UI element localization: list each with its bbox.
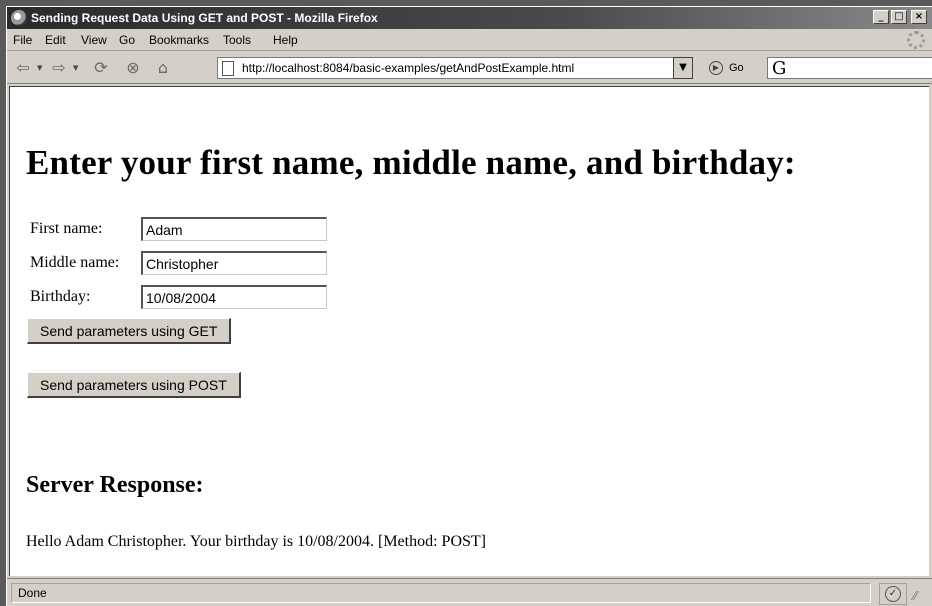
menu-bookmarks[interactable]: Bookmarks	[149, 33, 209, 47]
url-dropdown-button[interactable]: ▼	[673, 57, 693, 79]
back-icon[interactable]: ⇦	[13, 58, 33, 78]
first-name-label: First name:	[30, 220, 103, 237]
url-text[interactable]: http://localhost:8084/basic-examples/get…	[242, 61, 574, 75]
resize-grip-icon[interactable]: ⁄⁄	[913, 589, 917, 603]
title-bar: Sending Request Data Using GET and POST …	[7, 7, 932, 29]
page-heading: Enter your first name, middle name, and …	[26, 143, 796, 182]
send-get-button[interactable]: Send parameters using GET	[27, 318, 232, 344]
send-post-button[interactable]: Send parameters using POST	[27, 372, 241, 398]
search-box[interactable]: G	[767, 57, 932, 79]
server-response-heading: Server Response:	[26, 472, 204, 498]
stop-icon[interactable]: ⊗	[123, 58, 143, 78]
go-icon[interactable]: ▶	[709, 61, 723, 75]
menu-view[interactable]: View	[81, 33, 107, 47]
status-text: Done	[11, 583, 871, 603]
birthday-label: Birthday:	[30, 288, 91, 305]
birthday-input[interactable]	[141, 285, 327, 309]
security-check-icon: ✓	[885, 586, 901, 602]
menu-help[interactable]: Help	[273, 33, 298, 47]
status-bar: Done ✓ ⁄⁄	[7, 578, 932, 606]
go-button[interactable]: Go	[729, 62, 744, 74]
maximize-button[interactable]: □	[891, 10, 907, 24]
forward-icon[interactable]: ⇨	[49, 58, 69, 78]
forward-dropdown-icon[interactable]: ▼	[73, 64, 78, 72]
url-bar[interactable]: http://localhost:8084/basic-examples/get…	[217, 57, 693, 79]
throbber-icon	[907, 31, 925, 49]
middle-name-label: Middle name:	[30, 254, 120, 271]
middle-name-input[interactable]	[141, 251, 327, 275]
close-button[interactable]: ×	[911, 10, 927, 24]
first-name-input[interactable]	[141, 217, 327, 241]
server-response-text: Hello Adam Christopher. Your birthday is…	[26, 533, 486, 550]
navigation-toolbar: ⇦ ▼ ⇨ ▼ ⟳ ⊗ ⌂ http://localhost:8084/basi…	[7, 52, 932, 84]
menu-bar: File Edit View Go Bookmarks Tools Help	[7, 29, 932, 51]
status-panel: ✓	[879, 583, 907, 605]
page-icon	[222, 61, 234, 76]
menu-go[interactable]: Go	[119, 33, 135, 47]
firefox-icon	[11, 10, 27, 26]
menu-file[interactable]: File	[13, 33, 32, 47]
browser-window: Sending Request Data Using GET and POST …	[6, 6, 932, 606]
menu-edit[interactable]: Edit	[45, 33, 66, 47]
page-content: Enter your first name, middle name, and …	[9, 86, 929, 576]
home-icon[interactable]: ⌂	[153, 58, 173, 78]
back-dropdown-icon[interactable]: ▼	[37, 64, 42, 72]
reload-icon[interactable]: ⟳	[91, 58, 111, 78]
menu-tools[interactable]: Tools	[223, 33, 251, 47]
minimize-button[interactable]: _	[873, 10, 889, 24]
google-search-icon: G	[772, 58, 787, 79]
window-title: Sending Request Data Using GET and POST …	[31, 11, 378, 25]
